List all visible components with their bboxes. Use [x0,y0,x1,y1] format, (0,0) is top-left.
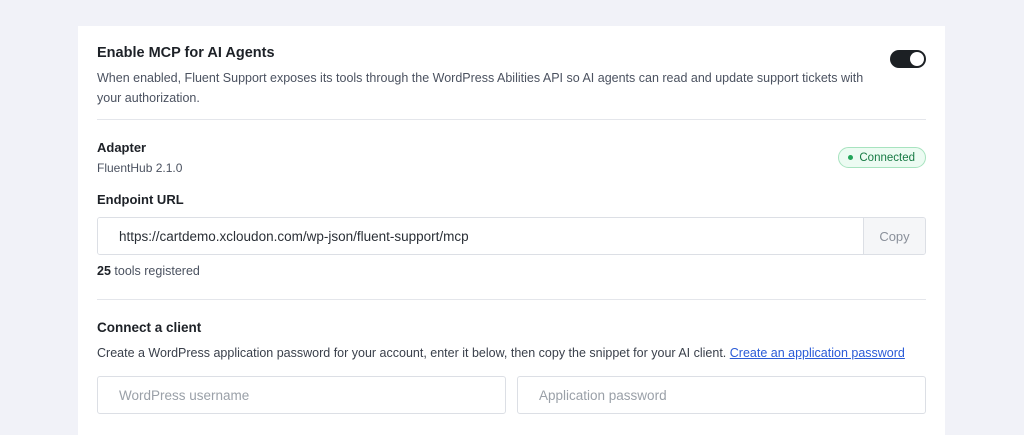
connect-client-section: Connect a client Create a WordPress appl… [97,300,926,414]
adapter-section: Adapter FluentHub 2.1.0 Connected Endpoi… [97,120,926,300]
credentials-row [97,376,926,414]
status-badge: Connected [838,147,926,168]
mcp-settings-card: Enable MCP for AI Agents When enabled, F… [78,26,945,435]
client-description-text: Create a WordPress application password … [97,346,727,360]
status-dot-icon [848,155,854,160]
copy-button[interactable]: Copy [863,218,925,254]
toggle-knob [910,52,924,66]
wordpress-username-input[interactable] [97,376,506,414]
create-app-password-link[interactable]: Create an application password [730,346,905,360]
connect-client-title: Connect a client [97,320,202,335]
adapter-version: FluentHub 2.1.0 [97,161,183,175]
connect-client-description: Create a WordPress application password … [97,346,926,360]
tools-registered: 25 tools registered [97,264,926,278]
application-password-input[interactable] [517,376,926,414]
tools-suffix: tools registered [114,264,200,278]
status-text: Connected [859,151,915,164]
tools-count: 25 [97,264,111,278]
mcp-title: Enable MCP for AI Agents [97,45,275,61]
mcp-enable-toggle[interactable] [890,50,926,68]
mcp-enable-section: Enable MCP for AI Agents When enabled, F… [97,26,926,120]
endpoint-label: Endpoint URL [97,192,184,207]
mcp-description: When enabled, Fluent Support exposes its… [97,71,864,105]
endpoint-url-field[interactable]: https://cartdemo.xcloudon.com/wp-json/fl… [98,218,863,254]
adapter-label: Adapter [97,140,147,155]
endpoint-url-row: https://cartdemo.xcloudon.com/wp-json/fl… [97,217,926,255]
